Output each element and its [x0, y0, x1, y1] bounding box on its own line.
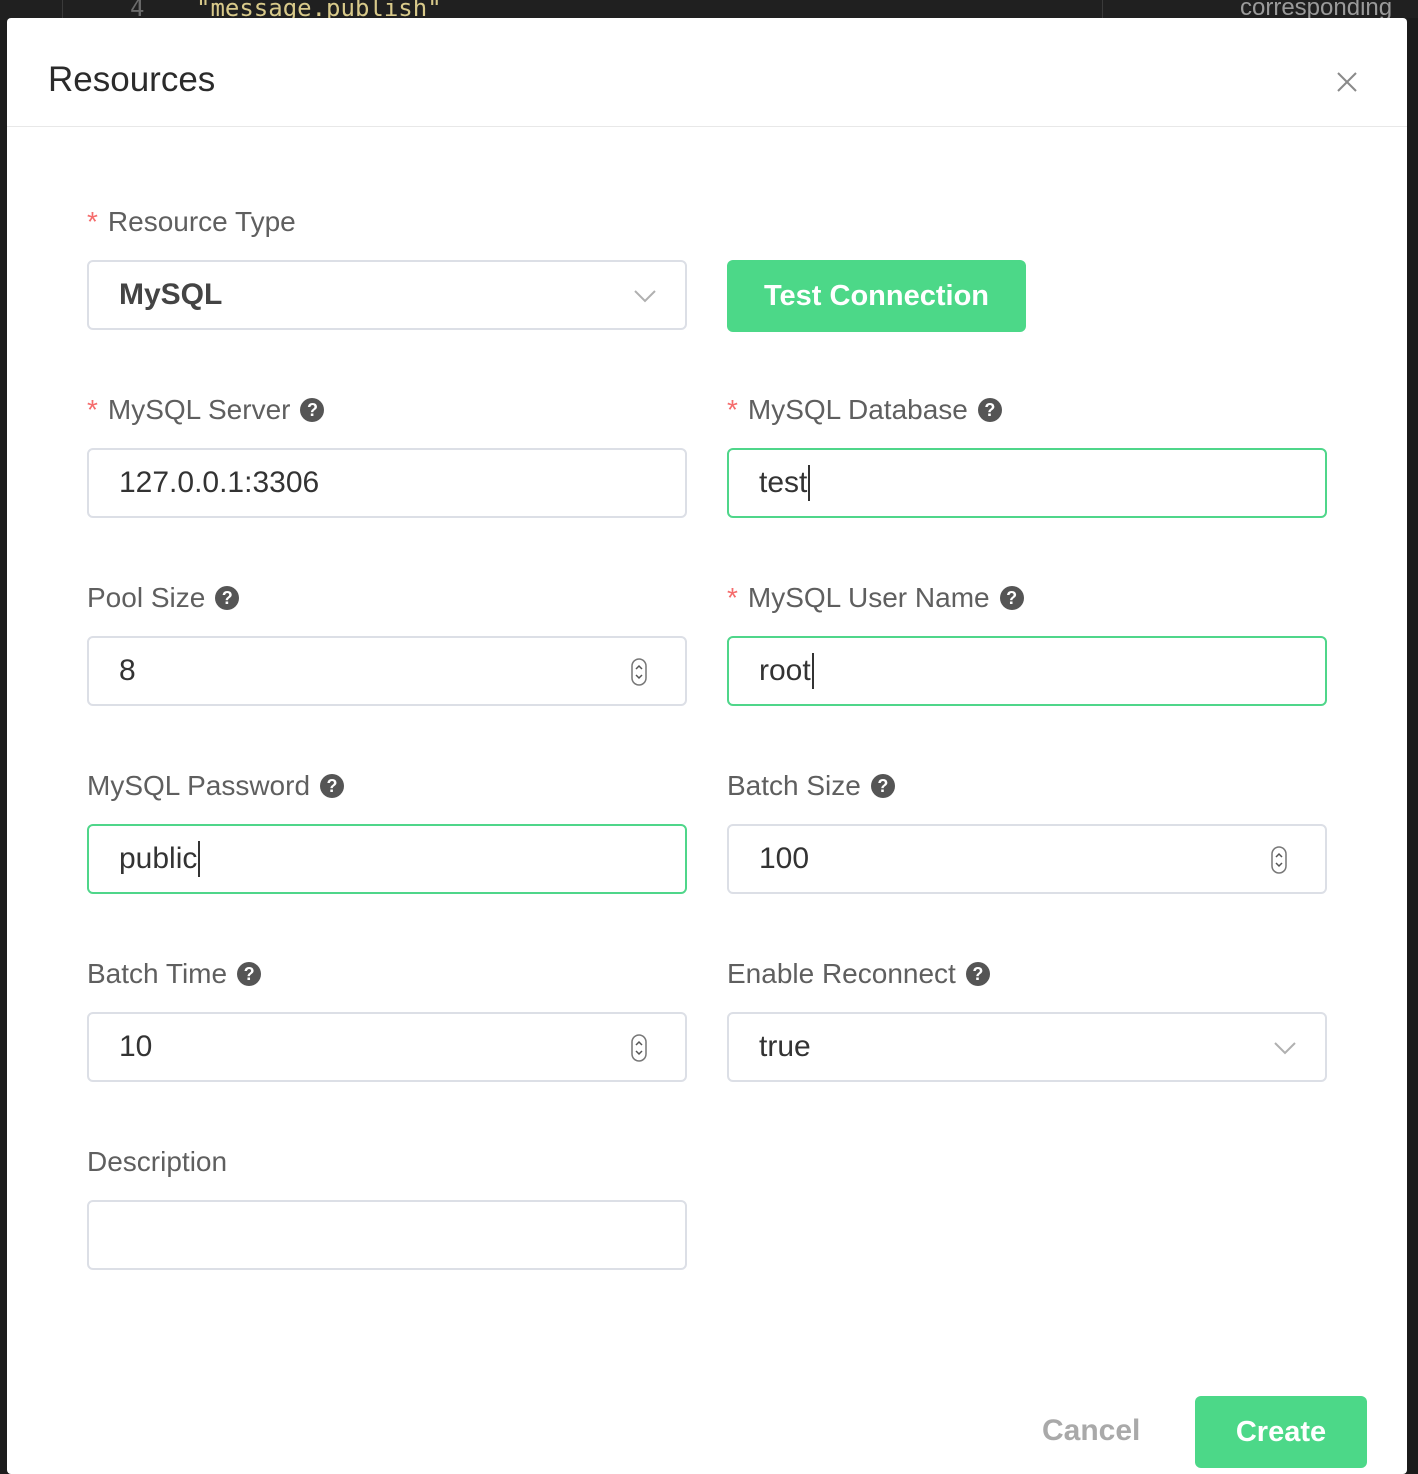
mysql-database-value: test — [759, 466, 808, 499]
mysql-user-name-input[interactable]: root — [727, 636, 1327, 706]
enable-reconnect-value: true — [759, 1030, 811, 1063]
help-icon[interactable]: ? — [320, 774, 345, 798]
batch-size-label-text: Batch Size — [727, 770, 861, 801]
background-divider — [1102, 0, 1103, 18]
cancel-button[interactable]: Cancel — [1042, 1414, 1140, 1448]
description-input[interactable] — [87, 1200, 687, 1270]
mysql-server-label-text: MySQL Server — [107, 394, 291, 425]
required-marker: * — [727, 394, 738, 425]
help-icon[interactable]: ? — [999, 586, 1024, 610]
batch-size-input[interactable]: 100 — [727, 824, 1327, 894]
help-icon[interactable]: ? — [965, 962, 990, 986]
test-connection-button[interactable]: Test Connection — [727, 260, 1026, 332]
background-divider — [62, 0, 63, 18]
batch-time-label: Batch Time ? — [87, 958, 262, 990]
pool-size-input[interactable]: 8 — [87, 636, 687, 706]
text-caret — [808, 465, 811, 501]
mysql-server-value: 127.0.0.1:3306 — [119, 466, 320, 499]
mysql-user-name-label-text: MySQL User Name — [747, 582, 990, 613]
close-icon[interactable] — [1327, 62, 1367, 102]
description-label-text: Description — [87, 1146, 228, 1177]
background-editor: 4 "message.publish" corresponding — [0, 0, 1418, 22]
resource-type-select[interactable]: MySQL — [87, 260, 687, 330]
batch-size-value: 100 — [759, 842, 810, 875]
pool-size-label: Pool Size ? — [87, 582, 240, 614]
required-marker: * — [87, 394, 98, 425]
mysql-password-label: MySQL Password ? — [87, 770, 345, 802]
mysql-password-value: public — [119, 842, 198, 875]
stepper-icon[interactable] — [1271, 846, 1287, 874]
batch-time-input[interactable]: 10 — [87, 1012, 687, 1082]
resource-type-label: * Resource Type — [87, 206, 296, 238]
mysql-server-label: * MySQL Server ? — [87, 394, 325, 426]
chevron-down-icon — [1274, 1042, 1296, 1055]
help-icon[interactable]: ? — [870, 774, 895, 798]
mysql-server-input[interactable]: 127.0.0.1:3306 — [87, 448, 687, 518]
chevron-down-icon — [634, 290, 656, 303]
pool-size-label-text: Pool Size — [87, 582, 206, 613]
required-marker: * — [727, 582, 738, 613]
description-label: Description — [87, 1146, 227, 1178]
background-strip — [1407, 18, 1418, 1474]
mysql-database-label: * MySQL Database ? — [727, 394, 1002, 426]
help-icon[interactable]: ? — [977, 398, 1002, 422]
mysql-user-name-label: * MySQL User Name ? — [727, 582, 1024, 614]
text-caret — [811, 653, 814, 689]
batch-time-label-text: Batch Time — [87, 958, 228, 989]
help-icon[interactable]: ? — [300, 398, 325, 422]
batch-time-value: 10 — [119, 1030, 153, 1063]
help-icon[interactable]: ? — [215, 586, 240, 610]
dialog-title: Resources — [48, 60, 216, 99]
mysql-database-label-text: MySQL Database — [747, 394, 968, 425]
stepper-icon[interactable] — [631, 1034, 647, 1062]
mysql-user-name-value: root — [759, 654, 811, 687]
mysql-password-label-text: MySQL Password — [87, 770, 311, 801]
mysql-password-input[interactable]: public — [87, 824, 687, 894]
create-button[interactable]: Create — [1195, 1396, 1367, 1468]
text-caret — [198, 841, 201, 877]
enable-reconnect-select[interactable]: true — [727, 1012, 1327, 1082]
enable-reconnect-label: Enable Reconnect ? — [727, 958, 990, 990]
pool-size-value: 8 — [119, 654, 136, 687]
resource-type-label-text: Resource Type — [107, 206, 296, 237]
batch-size-label: Batch Size ? — [727, 770, 895, 802]
dialog-header: Resources — [7, 18, 1407, 127]
resource-type-value: MySQL — [119, 278, 223, 311]
mysql-database-input[interactable]: test — [727, 448, 1327, 518]
required-marker: * — [87, 206, 98, 237]
stepper-icon[interactable] — [631, 658, 647, 686]
resources-dialog: Resources * Resource Type MySQL Test Con… — [7, 18, 1407, 1474]
enable-reconnect-label-text: Enable Reconnect — [727, 958, 956, 989]
help-icon[interactable]: ? — [237, 962, 262, 986]
